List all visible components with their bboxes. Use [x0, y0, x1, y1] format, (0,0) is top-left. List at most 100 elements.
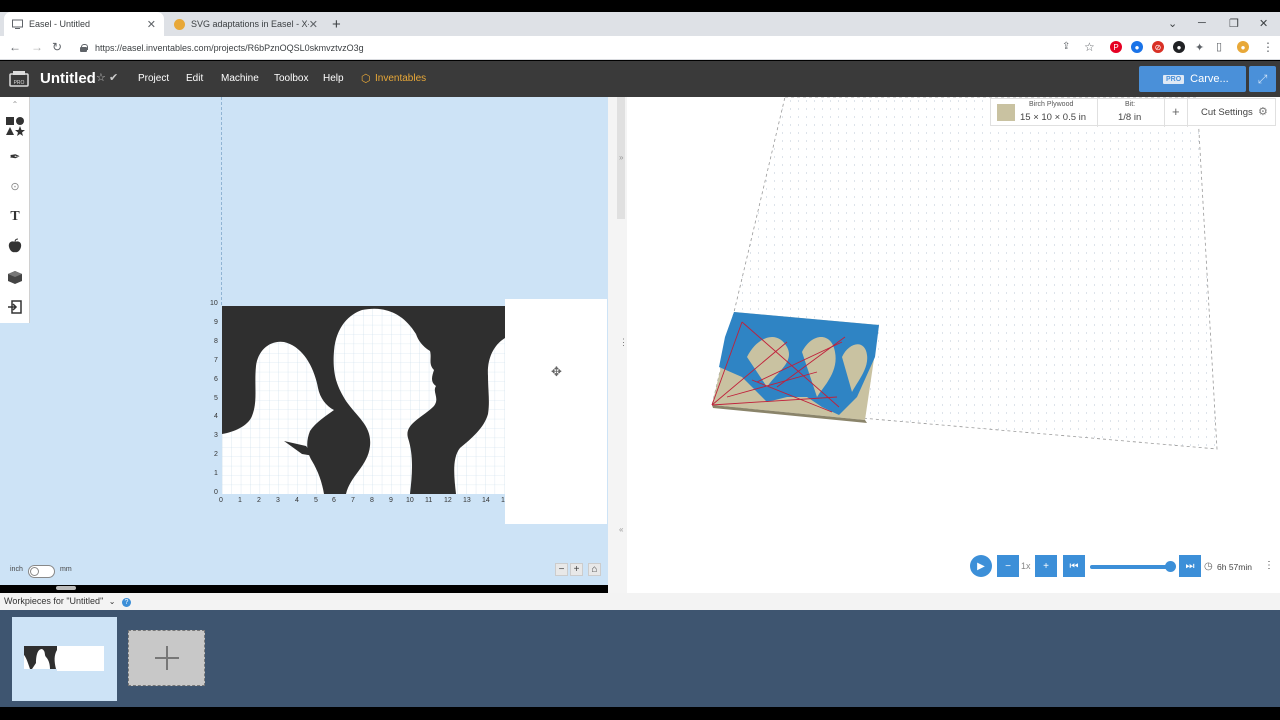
progress-slider[interactable]	[1090, 565, 1170, 569]
workpieces-header: Workpieces for "Untitled" ⌄ ?	[0, 593, 1280, 610]
collapse-right-icon[interactable]: »	[619, 153, 623, 162]
more-options-icon[interactable]: ⋮	[1264, 560, 1274, 571]
3d-box-icon[interactable]	[4, 266, 26, 288]
restore-button[interactable]: ❐	[1229, 17, 1239, 30]
xcarve-icon	[174, 18, 185, 30]
reload-icon[interactable]: ↻	[52, 40, 62, 54]
material-settings-panel[interactable]: Birch Plywood 15 × 10 × 0.5 in Bit: 1/8 …	[990, 98, 1276, 127]
svg-text:PRO: PRO	[14, 80, 25, 86]
browser-menu-icon[interactable]: ⋮	[1262, 40, 1274, 54]
add-bit-button[interactable]: +	[1172, 104, 1180, 119]
progress-slider-knob[interactable]	[1165, 561, 1176, 572]
chat-icon[interactable]: ●	[1173, 41, 1185, 53]
new-tab-button[interactable]: +	[332, 16, 341, 33]
pen-icon[interactable]: ✒	[4, 146, 26, 168]
expand-icon[interactable]: ⤢	[1249, 66, 1276, 92]
help-icon[interactable]: ?	[122, 598, 131, 607]
slow-down-button[interactable]: −	[997, 555, 1019, 577]
menu-machine[interactable]: Machine	[221, 73, 259, 84]
x-tick: 1	[501, 497, 505, 504]
profile-icon[interactable]: ●	[1237, 41, 1249, 53]
move-handle-icon[interactable]: ✥	[551, 364, 562, 380]
workpieces-label: Workpieces for "Untitled"	[4, 596, 104, 606]
menu-edit[interactable]: Edit	[186, 73, 203, 84]
left-toolbar: ⌃ ✒ ⊙ T	[0, 97, 30, 323]
pinterest-icon[interactable]: P	[1110, 41, 1122, 53]
project-title[interactable]: Untitled	[40, 70, 96, 87]
text-icon[interactable]: T	[4, 206, 26, 228]
close-icon[interactable]: ✕	[309, 18, 318, 31]
easel-pro-logo-icon[interactable]: PRO	[8, 68, 30, 90]
collapse-chevron-icon[interactable]: ⌃	[4, 99, 26, 109]
close-window-button[interactable]: ✕	[1259, 17, 1268, 30]
3d-preview[interactable]	[627, 96, 1280, 593]
add-workpiece-button[interactable]	[128, 630, 205, 686]
url-text: https://easel.inventables.com/projects/R…	[95, 43, 364, 53]
workpiece-thumbnail[interactable]	[12, 617, 117, 701]
extension-red-icon[interactable]: ⊘	[1152, 41, 1164, 53]
pro-badge: PRO	[1163, 74, 1185, 84]
favorite-star-icon[interactable]: ☆	[96, 71, 106, 84]
import-icon[interactable]	[4, 296, 26, 318]
monitor-icon	[12, 19, 23, 30]
bit-label: Bit:	[1125, 101, 1136, 108]
bookmark-star-icon[interactable]: ☆	[1084, 40, 1095, 54]
menu-project[interactable]: Project	[138, 73, 169, 84]
speed-up-button[interactable]: +	[1035, 555, 1057, 577]
chevron-down-icon[interactable]: ⌄	[109, 597, 116, 606]
extensions-puzzle-icon[interactable]: ✦	[1195, 41, 1204, 54]
home-icon[interactable]: ⌂	[588, 563, 601, 576]
x-tick: 2	[257, 497, 261, 504]
minimize-button[interactable]: ─	[1198, 17, 1206, 29]
x-tick: 3	[276, 497, 280, 504]
side-panel-icon[interactable]: ▯	[1216, 40, 1222, 53]
tab-search-icon[interactable]: ⌄	[1168, 17, 1177, 30]
y-tick: 4	[214, 413, 218, 420]
x-tick: 1	[238, 497, 242, 504]
panel-divider[interactable]: » ⋮ «	[608, 97, 628, 593]
y-tick: 5	[214, 395, 218, 402]
material-preview[interactable]	[711, 312, 879, 423]
close-icon[interactable]: ✕	[147, 18, 156, 31]
play-button[interactable]: ▶	[970, 555, 992, 577]
point-icon[interactable]: ⊙	[4, 175, 26, 197]
cut-settings-button[interactable]: Cut Settings	[1201, 107, 1253, 118]
zoom-out-button[interactable]: −	[555, 563, 568, 576]
y-tick: 8	[214, 338, 218, 345]
x-tick: 14	[482, 497, 490, 504]
carve-button[interactable]: PRO Carve...	[1139, 66, 1246, 92]
x-tick: 10	[406, 497, 414, 504]
share-icon[interactable]: ⇪	[1062, 41, 1070, 52]
material-grid[interactable]	[222, 306, 505, 494]
browser-tabstrip: Easel - Untitled ✕ SVG adaptations in Ea…	[0, 12, 1280, 36]
menu-toolbox[interactable]: Toolbox	[274, 73, 308, 84]
x-tick: 6	[332, 497, 336, 504]
unit-toggle[interactable]	[28, 565, 55, 578]
y-tick: 6	[214, 376, 218, 383]
zoom-in-button[interactable]: +	[570, 563, 583, 576]
menu-help[interactable]: Help	[323, 73, 344, 84]
collapse-left-icon[interactable]: «	[619, 525, 623, 534]
back-icon[interactable]: ←	[9, 40, 21, 54]
browser-tab-easel[interactable]: Easel - Untitled ✕	[4, 12, 164, 36]
bit-value[interactable]: 1/8 in	[1118, 112, 1141, 123]
forward-icon[interactable]: →	[31, 40, 43, 54]
browser-tab-svg[interactable]: SVG adaptations in Easel - X-Car ✕	[166, 12, 326, 36]
apple-icon[interactable]	[4, 235, 26, 257]
shapes-icon[interactable]	[4, 115, 26, 137]
skip-forward-button[interactable]: ⏭	[1179, 555, 1201, 577]
menu-inventables[interactable]: Inventables	[375, 73, 426, 84]
y-tick: 1	[214, 470, 218, 477]
horizontal-scroll-handle[interactable]	[56, 586, 76, 590]
extension-blue-icon[interactable]: ●	[1131, 41, 1143, 53]
gear-icon[interactable]: ⚙	[1258, 105, 1268, 118]
lock-icon	[80, 44, 88, 52]
selected-design-overflow[interactable]	[505, 299, 607, 524]
url-field[interactable]: https://easel.inventables.com/projects/R…	[80, 39, 1060, 57]
unit-inch-label: inch	[10, 566, 23, 573]
skip-back-button[interactable]: ⏮	[1063, 555, 1085, 577]
app-header: PRO Untitled ☆ ✔ Project Edit Machine To…	[0, 61, 1280, 97]
speed-label: 1x	[1021, 561, 1031, 571]
y-tick: 10	[210, 300, 218, 307]
address-bar-row: ← → ↻ https://easel.inventables.com/proj…	[0, 36, 1280, 60]
